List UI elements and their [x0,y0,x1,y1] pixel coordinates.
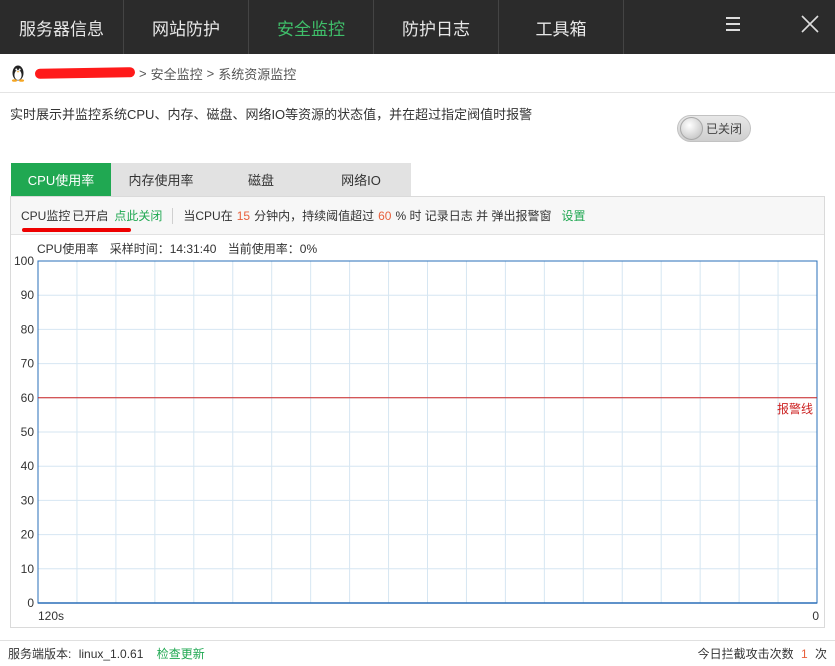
cpu-usage-chart: 1009080706050403020100报警线120s 0 [14,254,819,623]
monitor-panel: CPU监控 已开启 点此关闭 当CPU在 15 分钟内，持续阈值超过 60 % … [10,196,825,628]
alert-toggle[interactable]: 已关闭 [677,115,751,142]
rule-text-1: 当CPU在 [183,209,233,223]
tab-cpu[interactable]: CPU使用率 [11,163,111,196]
y-tick-label: 60 [21,391,35,405]
rule-threshold: 60 [378,208,392,223]
toggle-label: 已关闭 [706,122,743,136]
nav-protection-log[interactable]: 防护日志 [374,0,499,54]
settings-link[interactable]: 设置 [561,207,585,224]
tab-network-io[interactable]: 网络IO [311,163,411,196]
y-tick-label: 40 [21,459,35,473]
y-tick-label: 100 [14,254,34,268]
redacted-server-name [34,67,136,79]
nav-toolbox[interactable]: 工具箱 [499,0,624,54]
tab-memory[interactable]: 内存使用率 [111,163,211,196]
breadcrumb-security-monitor[interactable]: 安全监控 [151,64,203,83]
rule-minutes: 15 [236,208,251,223]
close-icon[interactable] [798,12,822,36]
version-value: linux_1.0.61 [78,647,144,661]
resource-tabs: CPU使用率 内存使用率 磁盘 网络IO [11,163,411,196]
breadcrumb: > 安全监控 > 系统资源监控 [0,54,835,93]
rule-text-3: % 时 记录日志 并 弹出报警窗 [395,209,552,223]
y-tick-label: 0 [27,596,34,610]
y-tick-label: 20 [21,528,35,542]
y-tick-label: 50 [21,425,35,439]
top-nav: 服务器信息 网站防护 安全监控 防护日志 工具箱 [0,0,835,54]
x-start-label: 120s [38,609,64,623]
y-tick-label: 10 [21,562,35,576]
alarm-threshold-label: 报警线 [777,401,813,416]
check-update-link[interactable]: 检查更新 [157,647,205,661]
y-tick-label: 80 [21,322,35,336]
x-end-label: 0 [812,609,819,623]
nav-website-protection[interactable]: 网站防护 [124,0,249,54]
divider [172,207,174,224]
hamburger-icon[interactable] [722,12,746,36]
nav-server-info[interactable]: 服务器信息 [0,0,124,54]
rule-text-2: 分钟内，持续阈值超过 [254,209,375,223]
red-annotation-underline [22,228,131,232]
version-label: 服务端版本: [8,647,72,661]
y-tick-label: 90 [21,288,35,302]
linux-penguin-icon [11,65,25,82]
y-tick-label: 30 [21,493,35,507]
monitor-status-bar: CPU监控 已开启 点此关闭 当CPU在 15 分钟内，持续阈值超过 60 % … [11,197,824,235]
attack-count-label: 今日拦截攻击次数 [697,647,794,661]
nav-security-monitor[interactable]: 安全监控 [249,0,374,54]
y-tick-label: 70 [21,357,35,371]
page-description: 实时展示并监控系统CPU、内存、磁盘、网络IO等资源的状态值，并在超过指定阀值时… [10,107,533,122]
attack-count: 今日拦截攻击次数 1 次 [698,645,827,662]
tab-disk[interactable]: 磁盘 [211,163,311,196]
attack-count-unit: 次 [814,647,827,661]
version-info: 服务端版本: linux_1.0.61 检查更新 [8,645,205,662]
status-prefix: CPU监控 [21,209,71,223]
breadcrumb-resource-monitor: 系统资源监控 [218,66,297,82]
breadcrumb-separator: > [139,65,147,81]
footer: 服务端版本: linux_1.0.61 检查更新 今日拦截攻击次数 1 次 [0,640,835,666]
status-state: 已开启 [72,209,109,223]
turn-off-link[interactable]: 点此关闭 [114,207,162,224]
breadcrumb-separator: > [206,65,215,81]
attack-count-value: 1 [800,647,808,661]
toggle-knob [680,117,703,140]
